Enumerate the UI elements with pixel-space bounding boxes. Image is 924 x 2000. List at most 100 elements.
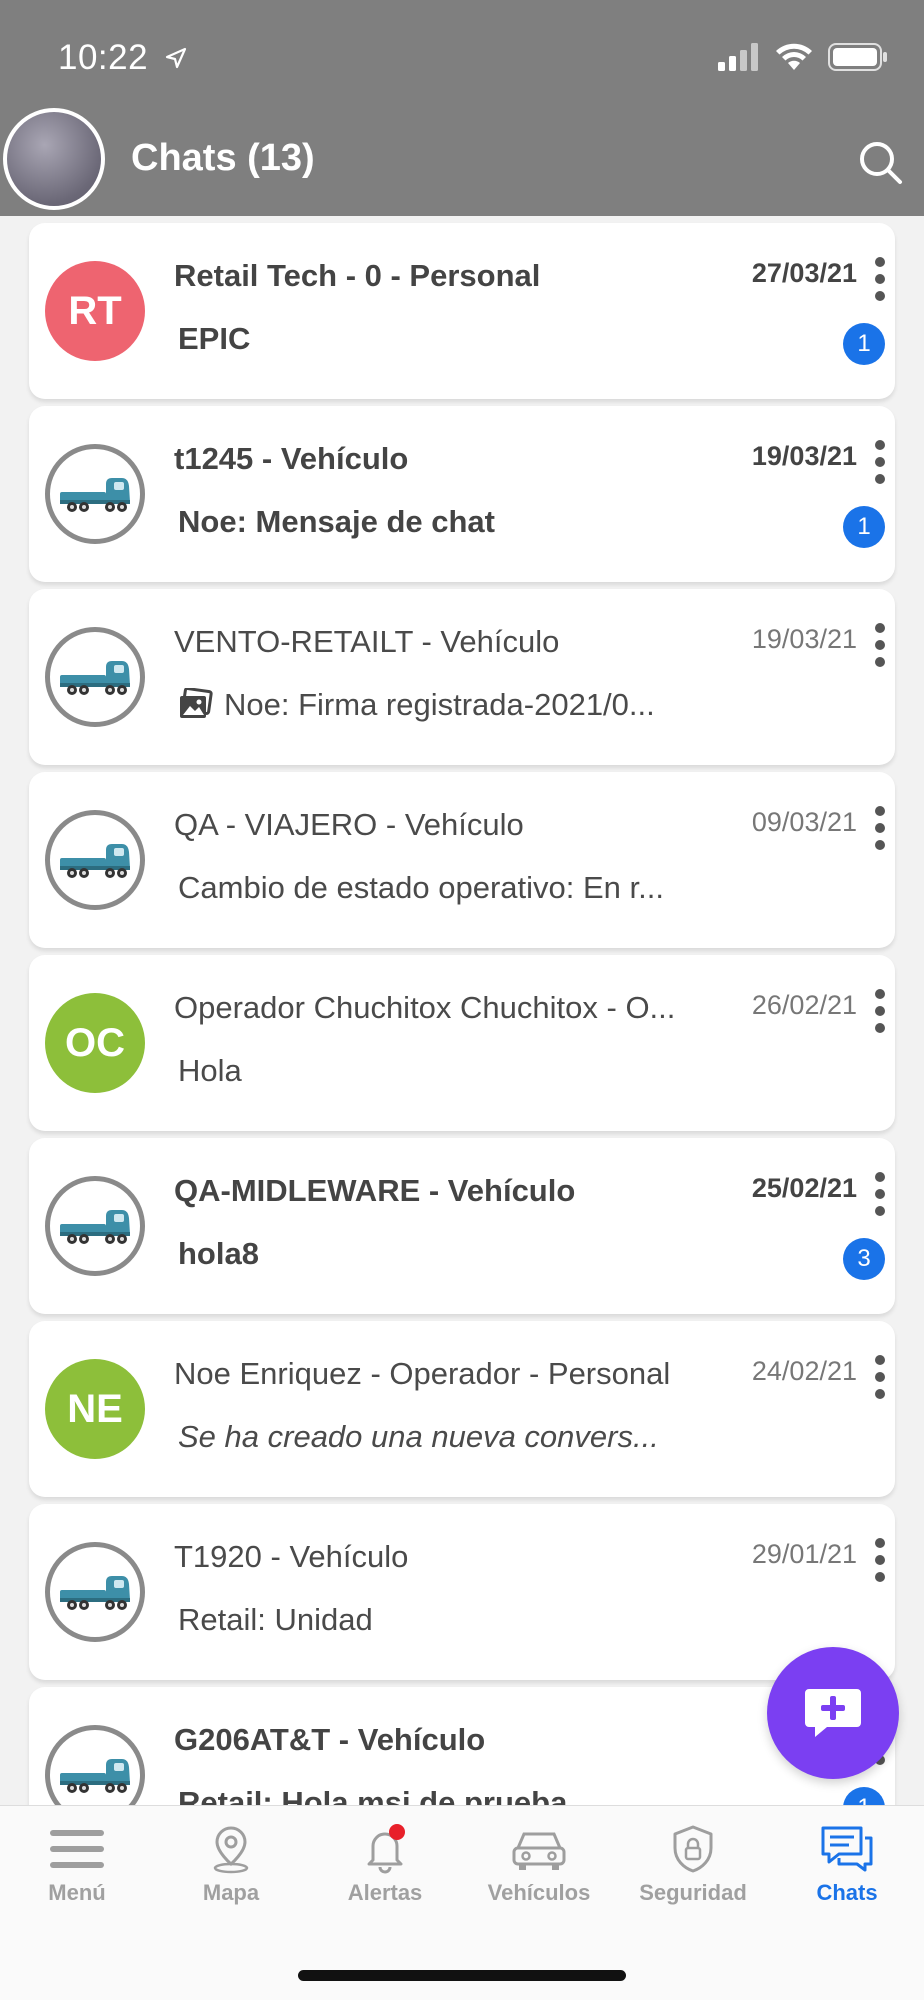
chat-last-message: hola8 bbox=[178, 1236, 738, 1272]
truck-icon bbox=[60, 844, 130, 878]
avatar-initials: OC bbox=[65, 1020, 125, 1065]
more-options-icon[interactable] bbox=[873, 440, 887, 484]
avatar-initials: NE bbox=[67, 1386, 123, 1431]
chat-item[interactable]: G206AT&T - Vehículo19/Retail: Hola msi d… bbox=[29, 1687, 895, 1806]
more-options-icon[interactable] bbox=[873, 623, 887, 667]
chat-item[interactable]: NE Noe Enriquez - Operador - Personal 24/0… bbox=[29, 1321, 895, 1497]
chat-item[interactable]: T1920 - Vehículo 29/01/21 Retail: Unidad bbox=[29, 1504, 895, 1680]
chat-avatar bbox=[45, 1725, 145, 1806]
wifi-icon bbox=[776, 43, 812, 70]
chat-avatar bbox=[45, 810, 145, 910]
truck-icon bbox=[60, 478, 130, 512]
chat-icon bbox=[821, 1826, 873, 1872]
chat-name: Retail Tech - 0 - Personal bbox=[174, 258, 541, 293]
status-time: 10:22 bbox=[58, 38, 149, 77]
truck-icon bbox=[60, 661, 130, 695]
signal-icon bbox=[718, 43, 758, 71]
chat-message-text: EPIC bbox=[178, 321, 251, 356]
chat-date: 24/02/21 bbox=[751, 1356, 857, 1386]
unread-badge: 1 bbox=[843, 323, 885, 365]
truck-icon bbox=[60, 1576, 130, 1610]
status-bar: 10:22 bbox=[0, 0, 924, 105]
chat-date: 25/02/21 bbox=[751, 1173, 857, 1203]
unread-badge: 1 bbox=[843, 1787, 885, 1806]
battery-icon bbox=[828, 43, 887, 71]
chat-name: QA-MIDLEWARE - Vehículo bbox=[174, 1173, 576, 1208]
chat-last-message: Noe: Mensaje de chat bbox=[178, 504, 738, 540]
chat-message-text: Retail: Hola msi de prueba bbox=[178, 1785, 568, 1806]
chat-last-message: Cambio de estado operativo: En r... bbox=[178, 870, 738, 906]
home-indicator bbox=[298, 1970, 626, 1981]
avatar-initials: RT bbox=[68, 288, 122, 333]
app-header: Chats (13) bbox=[0, 105, 924, 216]
nav-label-chats: Chats bbox=[816, 1880, 878, 1905]
unread-badge: 3 bbox=[843, 1238, 885, 1280]
chat-message-text: Hola bbox=[178, 1053, 242, 1088]
nav-alerts[interactable]: Alertas bbox=[308, 1824, 462, 1906]
chat-avatar bbox=[45, 1542, 145, 1642]
nav-chats[interactable]: Chats bbox=[770, 1824, 924, 1906]
map-pin-icon bbox=[213, 1826, 249, 1874]
chat-date: 26/02/21 bbox=[751, 990, 857, 1020]
chat-message-text: hola8 bbox=[178, 1236, 259, 1271]
chat-message-text: Se ha creado una nueva convers... bbox=[178, 1419, 659, 1454]
chat-last-message: EPIC bbox=[178, 321, 738, 357]
chat-item[interactable]: QA - VIAJERO - Vehículo 09/03/21 Cambio de… bbox=[29, 772, 895, 948]
more-options-icon[interactable] bbox=[873, 257, 887, 301]
nav-label-security: Seguridad bbox=[639, 1880, 747, 1905]
nav-label-vehicles: Vehículos bbox=[487, 1880, 591, 1905]
chat-name: QA - VIAJERO - Vehículo bbox=[174, 807, 524, 842]
nav-label-map: Mapa bbox=[202, 1880, 260, 1905]
nav-label-menu: Menú bbox=[48, 1880, 106, 1905]
more-options-icon[interactable] bbox=[873, 989, 887, 1033]
more-options-icon[interactable] bbox=[873, 1172, 887, 1216]
more-options-icon[interactable] bbox=[873, 1538, 887, 1582]
chat-avatar: RT bbox=[45, 261, 145, 361]
location-arrow-icon bbox=[165, 47, 187, 69]
chat-date: 09/03/21 bbox=[751, 807, 857, 837]
chat-last-message: Se ha creado una nueva convers... bbox=[178, 1419, 738, 1455]
chat-item[interactable]: QA-MIDLEWARE - Vehículo 25/02/21 hola8 3 bbox=[29, 1138, 895, 1314]
nav-map[interactable]: Mapa bbox=[154, 1824, 308, 1906]
image-attachment-icon bbox=[180, 688, 213, 718]
chat-item[interactable]: t1245 - Vehículo 19/03/21 Noe: Mensaje de … bbox=[29, 406, 895, 582]
truck-icon bbox=[60, 1759, 130, 1793]
search-icon[interactable] bbox=[856, 138, 904, 186]
chat-name: Operador Chuchitox Chuchitox - O... bbox=[174, 990, 676, 1025]
chat-name: t1245 - Vehículo bbox=[174, 441, 409, 476]
chat-name: T1920 - Vehículo bbox=[174, 1539, 409, 1574]
chat-avatar bbox=[45, 627, 145, 727]
chat-last-message: Noe: Firma registrada-2021/0... bbox=[178, 687, 738, 723]
truck-icon bbox=[60, 1210, 130, 1244]
shield-lock-icon bbox=[673, 1825, 713, 1873]
nav-vehicles[interactable]: Vehículos bbox=[462, 1824, 616, 1906]
menu-icon bbox=[50, 1830, 104, 1868]
chat-item[interactable]: RT Retail Tech - 0 - Personal 27/03/21 EPIC… bbox=[29, 223, 895, 399]
chat-date: 19/03/21 bbox=[751, 441, 857, 471]
bell-icon bbox=[367, 1824, 405, 1874]
chat-avatar bbox=[45, 444, 145, 544]
more-options-icon[interactable] bbox=[873, 806, 887, 850]
chat-date: 29/01/21 bbox=[751, 1539, 857, 1569]
more-options-icon[interactable] bbox=[873, 1355, 887, 1399]
chat-item[interactable]: OC Operador Chuchitox Chuchitox - O... 26/… bbox=[29, 955, 895, 1131]
status-indicators bbox=[718, 42, 888, 72]
chat-name: Noe Enriquez - Operador - Personal bbox=[174, 1356, 671, 1391]
chat-avatar bbox=[45, 1176, 145, 1276]
chat-avatar: NE bbox=[45, 1359, 145, 1459]
chat-name: G206AT&T - Vehículo bbox=[174, 1722, 486, 1757]
chat-message-text: Noe: Firma registrada-2021/0... bbox=[224, 687, 655, 722]
profile-avatar[interactable] bbox=[3, 108, 105, 210]
chat-message-text: Noe: Mensaje de chat bbox=[178, 504, 495, 539]
chat-list[interactable]: RT Retail Tech - 0 - Personal 27/03/21 EPIC… bbox=[0, 216, 924, 1806]
chat-avatar: OC bbox=[45, 993, 145, 1093]
nav-security[interactable]: Seguridad bbox=[616, 1824, 770, 1906]
new-chat-button[interactable] bbox=[767, 1647, 899, 1779]
chat-last-message: Hola bbox=[178, 1053, 738, 1089]
chat-name: VENTO-RETAILT - Vehículo bbox=[174, 624, 560, 659]
car-icon bbox=[512, 1832, 566, 1870]
nav-menu[interactable]: Menú bbox=[0, 1824, 154, 1906]
chat-date: 27/03/21 bbox=[751, 258, 857, 288]
chat-item[interactable]: VENTO-RETAILT - Vehículo 19/03/21 Noe: Fir… bbox=[29, 589, 895, 765]
page-title: Chats (13) bbox=[131, 137, 315, 179]
